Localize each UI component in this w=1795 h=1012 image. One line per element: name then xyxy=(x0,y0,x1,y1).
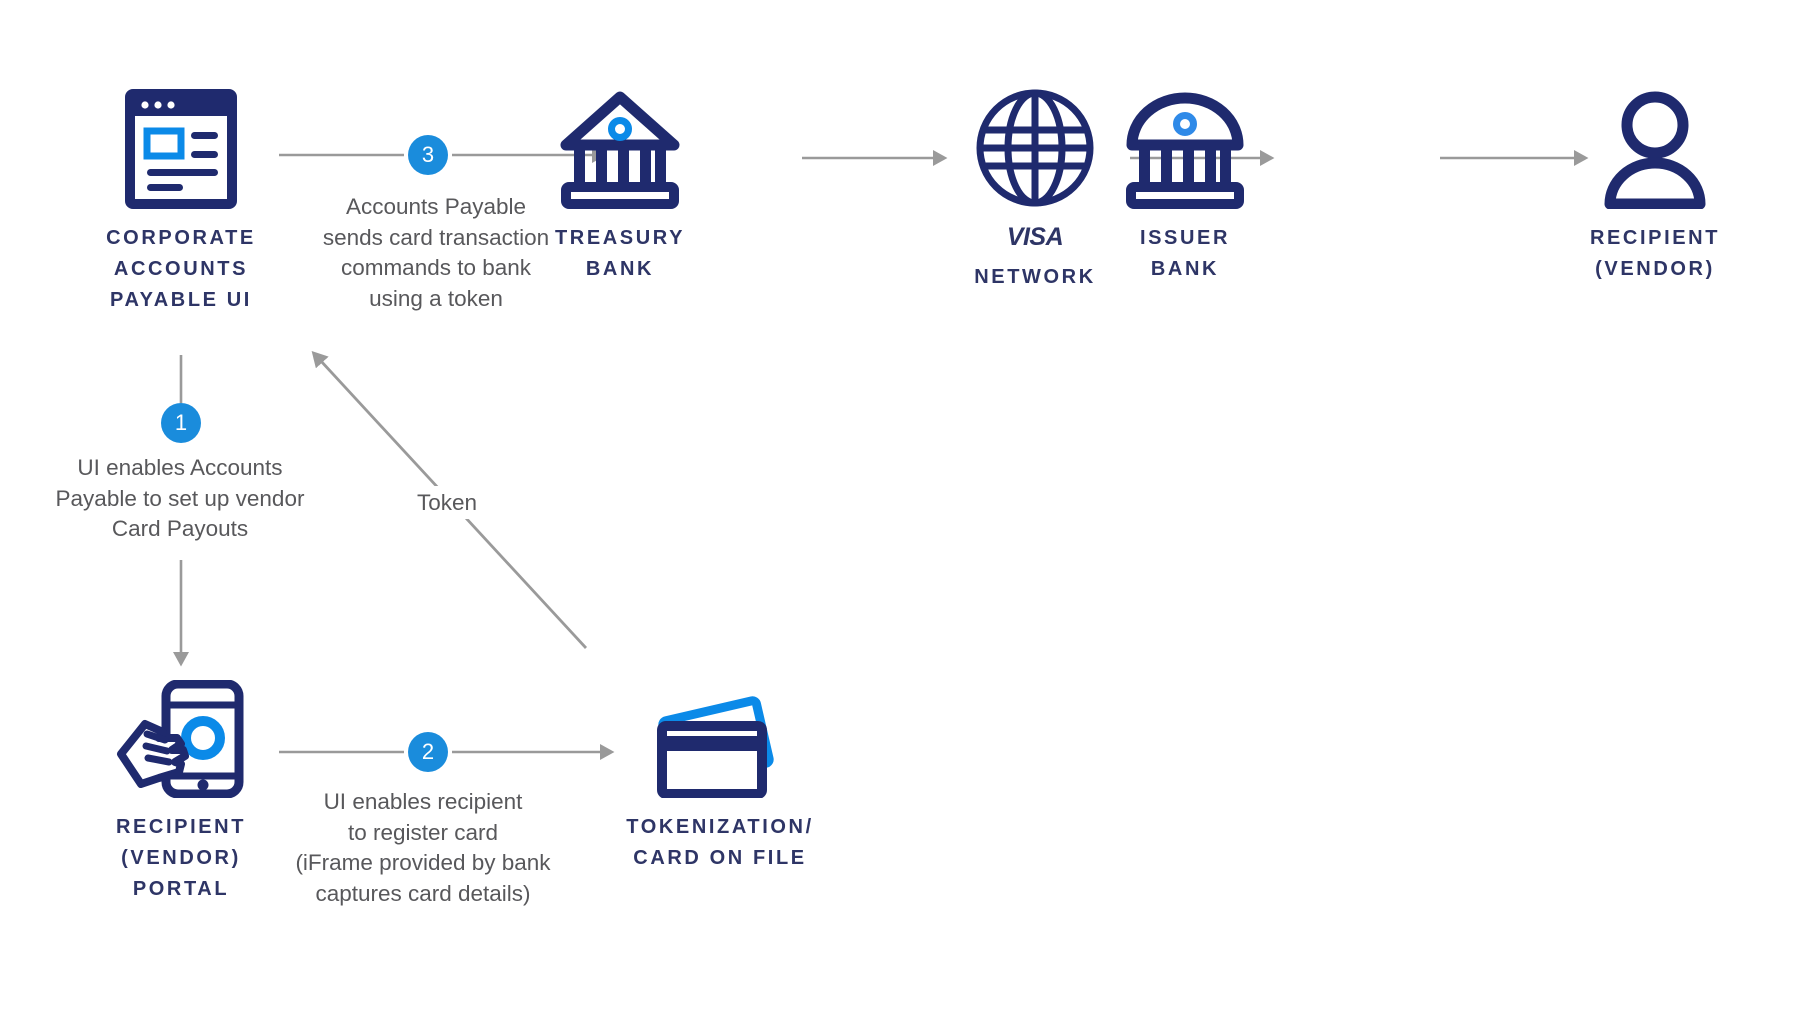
node-recipient-vendor[interactable]: RECIPIENT (VENDOR) xyxy=(1540,84,1770,285)
node-tokenization-card-on-file[interactable]: TOKENIZATION/ CARD ON FILE xyxy=(590,678,850,874)
node-label: TREASURY BANK xyxy=(554,227,686,280)
credit-cards-icon xyxy=(656,678,784,798)
node-issuer-bank[interactable]: ISSUER BANK xyxy=(1070,84,1300,285)
step-text-2: UI enables recipient to register card (i… xyxy=(295,789,551,906)
node-label: TOKENIZATION/ CARD ON FILE xyxy=(626,816,814,869)
browser-window-icon xyxy=(125,84,237,209)
node-recipient-vendor-portal[interactable]: RECIPIENT (VENDOR) PORTAL xyxy=(56,678,306,905)
step-badge-1[interactable]: 1 xyxy=(161,403,201,443)
bank-dome-roof-icon xyxy=(1121,84,1249,209)
step-text-3: Accounts Payable sends card transaction … xyxy=(322,194,550,311)
person-icon xyxy=(1600,84,1710,209)
token-connector-label: Token xyxy=(410,486,485,520)
visa-wordmark: VISA xyxy=(1006,223,1064,251)
bank-triangular-roof-icon xyxy=(556,84,684,209)
node-label: RECIPIENT (VENDOR) xyxy=(1589,227,1721,280)
mobile-tap-icon xyxy=(115,678,247,798)
step-badge-2[interactable]: 2 xyxy=(408,732,448,772)
node-corporate-ap-ui[interactable]: CORPORATE ACCOUNTS PAYABLE UI xyxy=(56,84,306,316)
diagram-canvas: CORPORATE ACCOUNTS PAYABLE UI TREASURY B… xyxy=(0,0,1795,1012)
node-label: ISSUER BANK xyxy=(1139,227,1231,280)
node-label: CORPORATE ACCOUNTS PAYABLE UI xyxy=(106,227,256,311)
step-text-1: UI enables Accounts Payable to set up ve… xyxy=(55,455,305,542)
step-badge-3[interactable]: 3 xyxy=(408,135,448,175)
node-label: RECIPIENT (VENDOR) PORTAL xyxy=(115,816,247,900)
